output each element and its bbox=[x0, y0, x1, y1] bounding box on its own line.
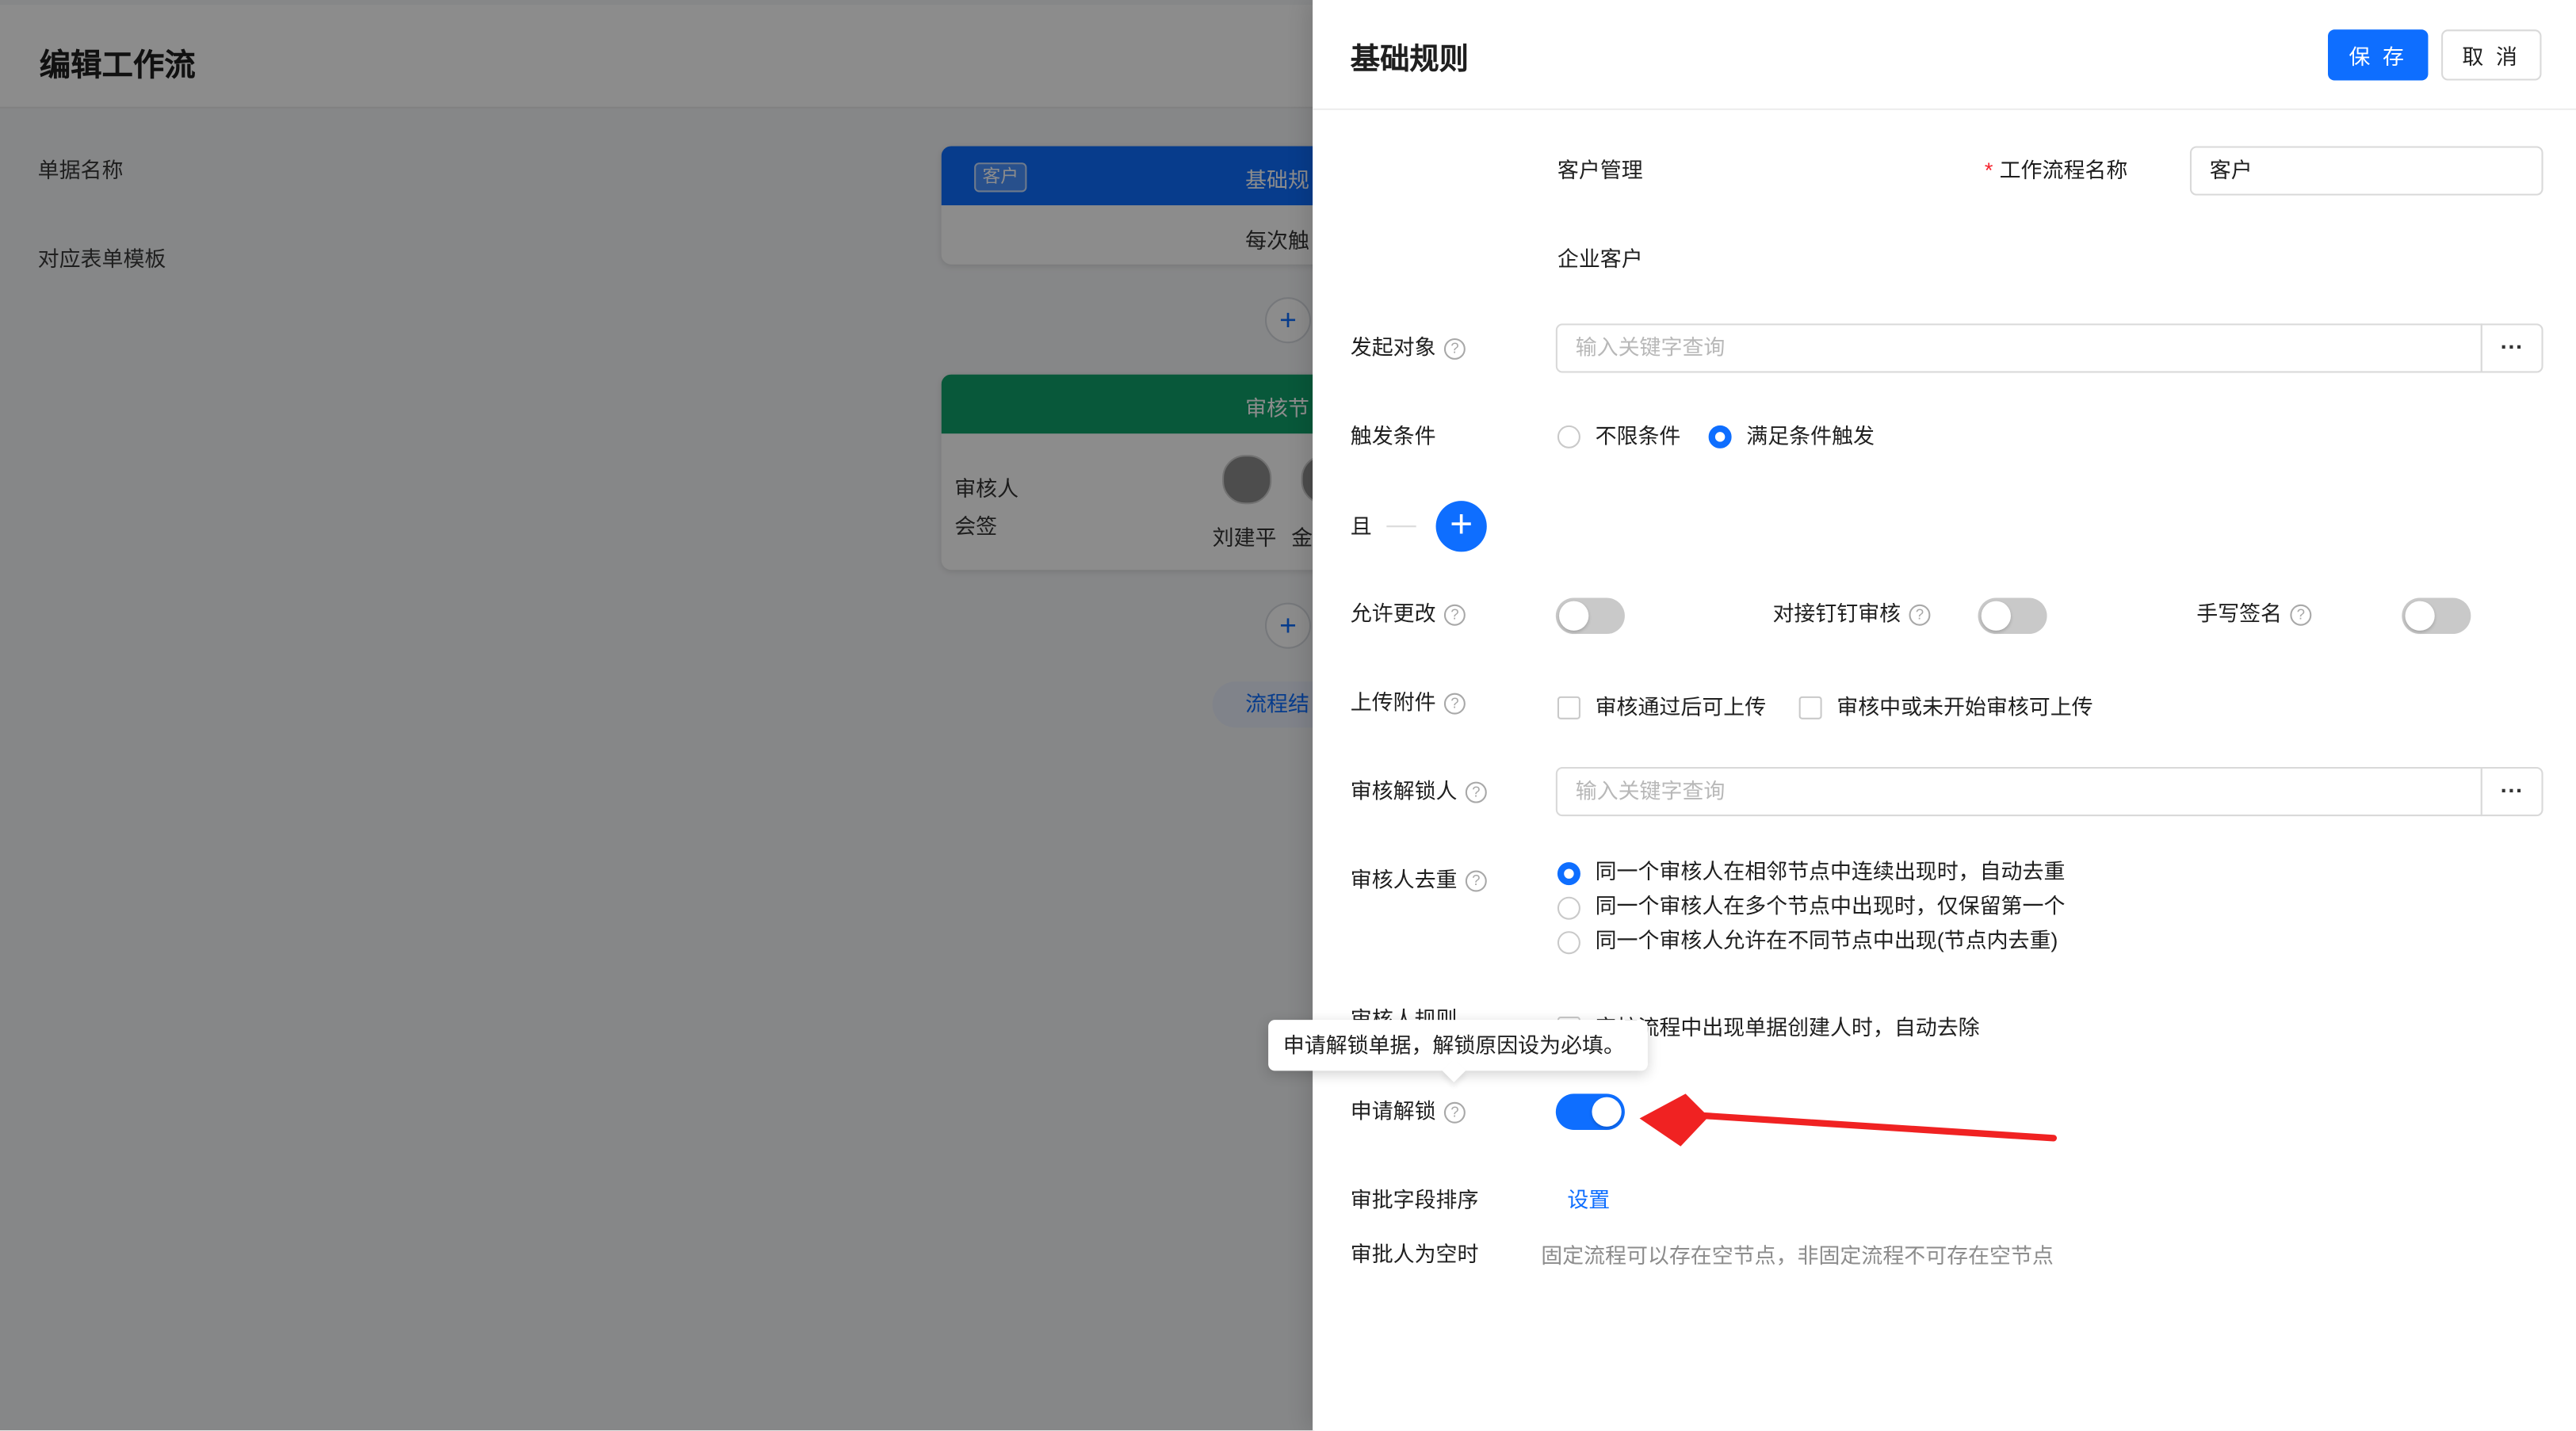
annotation-arrow-icon bbox=[1639, 1093, 2058, 1147]
